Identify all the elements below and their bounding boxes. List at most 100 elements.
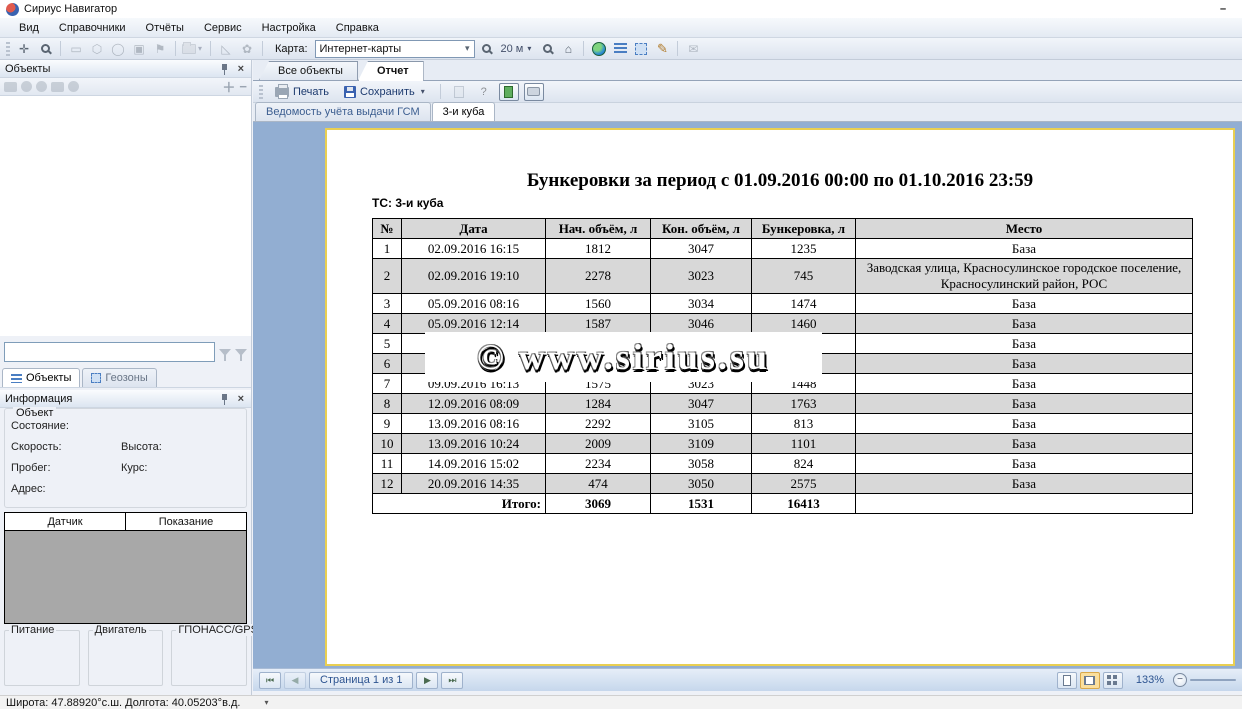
export-icon <box>527 87 540 96</box>
home-icon[interactable]: ⌂ <box>559 40 577 58</box>
help-button[interactable]: ? <box>474 83 494 101</box>
globe-icon[interactable] <box>590 40 608 58</box>
close-icon[interactable]: × <box>236 63 246 75</box>
globe-small-icon[interactable] <box>36 81 47 92</box>
toolbar-grip <box>6 42 10 56</box>
table-cell: 2234 <box>546 454 651 474</box>
tab-gsm-report[interactable]: Ведомость учёта выдачи ГСМ <box>255 102 431 121</box>
folder-icon[interactable]: ▾ <box>182 40 204 58</box>
tab-objects[interactable]: Объекты <box>2 368 80 387</box>
minimize-button[interactable]: – <box>1210 3 1236 15</box>
pin-icon[interactable] <box>220 63 230 75</box>
group-icon[interactable] <box>4 82 17 92</box>
settings-gear-icon[interactable]: ✿ <box>238 40 256 58</box>
zoom-slider[interactable] <box>1190 679 1236 681</box>
next-page-button[interactable]: ▶ <box>416 672 438 689</box>
truck-icon[interactable] <box>51 82 64 92</box>
filter-clear-icon[interactable] <box>235 349 247 356</box>
tab-3-kuba[interactable]: 3-и куба <box>432 102 496 121</box>
table-cell: 2292 <box>546 414 651 434</box>
pin-icon[interactable] <box>220 393 230 405</box>
objects-list[interactable] <box>0 96 251 336</box>
report-page: Бункеровки за период с 01.09.2016 00:00 … <box>325 128 1235 666</box>
legend-list-icon[interactable] <box>611 40 629 58</box>
link-icon[interactable] <box>21 81 32 92</box>
zoom-out-icon[interactable] <box>538 40 556 58</box>
table-cell: 9 <box>373 414 402 434</box>
export-view-button[interactable] <box>524 83 544 101</box>
table-cell: База <box>856 454 1193 474</box>
menu-service[interactable]: Сервис <box>195 20 251 36</box>
table-cell: База <box>856 434 1193 454</box>
zoom-level: 133% <box>1136 674 1164 686</box>
menu-settings[interactable]: Настройка <box>253 20 325 36</box>
map-combobox[interactable]: Интернет-карты ▾ <box>315 40 475 58</box>
reading-col-header: Показание <box>126 513 246 530</box>
marker-icon[interactable] <box>68 81 79 92</box>
report-title: Бункеровки за период с 01.09.2016 00:00 … <box>327 170 1233 192</box>
page-view-button[interactable] <box>499 83 519 101</box>
app-window: Сириус Навигатор – Вид Справочники Отчёт… <box>0 0 1242 709</box>
list-icon <box>11 374 22 383</box>
add-button[interactable]: ＋ <box>222 77 235 96</box>
zoom-in-icon[interactable] <box>478 40 496 58</box>
table-row: 913.09.2016 08:1622923105813База <box>373 414 1193 434</box>
page-indicator: Страница 1 из 1 <box>309 672 413 689</box>
table-cell: База <box>856 474 1193 494</box>
objects-panel-header: Объекты × <box>0 60 251 78</box>
tab-geozones[interactable]: Геозоны <box>82 368 156 387</box>
flag-icon[interactable]: ⚑ <box>151 40 169 58</box>
remove-button[interactable]: − <box>239 79 247 94</box>
fit-width-view-button[interactable] <box>1080 672 1100 689</box>
report-viewer[interactable]: Бункеровки за период с 01.09.2016 00:00 … <box>253 122 1242 668</box>
edit-icon[interactable]: ✎ <box>653 40 671 58</box>
multi-page-view-button[interactable] <box>1103 672 1123 689</box>
page-setup-button[interactable] <box>449 83 469 101</box>
filter-icon[interactable] <box>219 349 231 356</box>
single-page-view-button[interactable] <box>1057 672 1077 689</box>
table-row: 202.09.2016 19:1022783023745Заводская ул… <box>373 259 1193 294</box>
mail-icon[interactable]: ✉ <box>684 40 702 58</box>
select-rect-icon[interactable]: ▭ <box>67 40 85 58</box>
table-cell: База <box>856 239 1193 259</box>
glonass-label: ГПОНАСС/GPS <box>176 624 260 636</box>
table-cell: 13.09.2016 10:24 <box>402 434 546 454</box>
menu-directories[interactable]: Справочники <box>50 20 135 36</box>
search-input[interactable] <box>4 342 215 362</box>
measure-triangle-icon[interactable]: ◺ <box>217 40 235 58</box>
geozone-select-icon[interactable] <box>632 40 650 58</box>
print-button[interactable]: Печать <box>270 84 334 100</box>
tab-all-objects[interactable]: Все объекты <box>259 61 358 80</box>
extent-icon[interactable]: ▣ <box>130 40 148 58</box>
geozone-icon <box>91 373 101 383</box>
first-page-button[interactable]: ⏮ <box>259 672 281 689</box>
last-page-button[interactable]: ⏭ <box>441 672 463 689</box>
zoom-icon[interactable] <box>36 40 54 58</box>
table-cell: 13.09.2016 08:16 <box>402 414 546 434</box>
table-row: 405.09.2016 12:14158730461460База <box>373 314 1193 334</box>
report-toolbar: Печать Сохранить ▾ ? <box>253 81 1242 103</box>
scale-dropdown[interactable]: 20 м ▾ <box>499 43 536 55</box>
circle-select-icon[interactable]: ◯ <box>109 40 127 58</box>
close-icon[interactable]: × <box>236 393 246 405</box>
table-cell: 1474 <box>752 294 856 314</box>
chevron-down-icon[interactable]: ▾ <box>264 698 268 707</box>
save-button[interactable]: Сохранить ▾ <box>339 84 432 100</box>
polygon-select-icon[interactable]: ⬡ <box>88 40 106 58</box>
table-cell: 3058 <box>651 454 752 474</box>
table-cell: База <box>856 374 1193 394</box>
menu-view[interactable]: Вид <box>10 20 48 36</box>
table-cell: База <box>856 414 1193 434</box>
prev-page-button[interactable]: ◀ <box>284 672 306 689</box>
zoom-out-slider-button[interactable]: − <box>1173 673 1187 687</box>
tab-report[interactable]: Отчет <box>358 61 424 81</box>
menu-reports[interactable]: Отчёты <box>137 20 193 36</box>
chevron-down-icon: ▾ <box>525 44 533 53</box>
toolbar-grip <box>259 85 263 99</box>
totals-cell: 1531 <box>651 494 752 514</box>
menu-help[interactable]: Справка <box>327 20 388 36</box>
chevron-down-icon: ▾ <box>465 43 470 54</box>
pan-icon[interactable]: ✛ <box>15 40 33 58</box>
table-row: 1220.09.2016 14:3547430502575База <box>373 474 1193 494</box>
table-cell: 474 <box>546 474 651 494</box>
